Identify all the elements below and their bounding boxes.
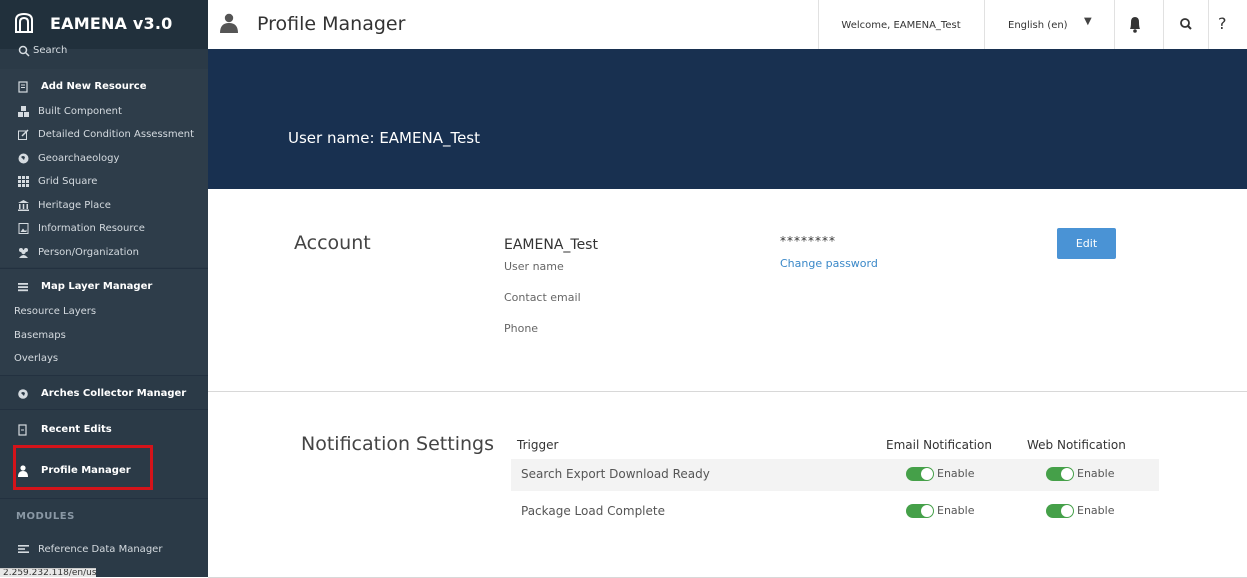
caret-down-icon[interactable]: ▼ (1084, 16, 1092, 27)
table-row: Package Load Complete Enable Enable (511, 496, 1159, 528)
topbar-divider (1114, 0, 1115, 49)
topbar-divider (1208, 0, 1209, 49)
change-password-link[interactable]: Change password (780, 257, 878, 270)
sidebar-item-label: Overlays (14, 353, 59, 364)
toggle-knob (921, 468, 933, 480)
sidebar-item-label: Search (33, 45, 68, 56)
sidebar-item-label: Person/Organization (38, 247, 139, 258)
phone-label: Phone (504, 322, 539, 335)
app: EAMENA v3.0 Search Add New Resource Buil… (0, 0, 1247, 578)
toggle-label: Enable (937, 467, 975, 480)
username-value: EAMENA_Test (504, 237, 598, 253)
user-icon (220, 13, 238, 33)
welcome-user-link[interactable]: Welcome, EAMENA_Test (818, 20, 984, 31)
search-icon (18, 45, 30, 57)
list-icon (18, 283, 28, 292)
web-notification-toggle[interactable] (1046, 467, 1074, 481)
sidebar: EAMENA v3.0 Search Add New Resource Buil… (0, 0, 208, 577)
sidebar-item-label: Built Component (38, 106, 122, 117)
toggle-label: Enable (1077, 467, 1115, 480)
image-file-icon (18, 223, 29, 234)
toggle-knob (921, 505, 933, 517)
recent-edits-icon (18, 424, 27, 436)
trigger-column-header: Trigger (517, 438, 559, 452)
arches-logo-icon (15, 12, 33, 33)
sidebar-item-label: Arches Collector Manager (41, 388, 187, 399)
password-mask: ******** (780, 234, 836, 248)
map-layer-manager-section: Map Layer Manager Resource Layers Basema… (0, 269, 208, 375)
username-label: User name (504, 260, 564, 273)
sidebar-item-label: Detailed Condition Assessment (38, 129, 195, 140)
web-notification-column-header: Web Notification (1027, 438, 1126, 452)
help-icon[interactable]: ? (1218, 14, 1227, 33)
web-notification-toggle[interactable] (1046, 504, 1074, 518)
brand-header[interactable]: EAMENA v3.0 (0, 0, 208, 49)
sidebar-item-label: Information Resource (38, 223, 145, 234)
sidebar-item-label: Basemaps (14, 330, 66, 341)
toggle-knob (1061, 505, 1073, 517)
profile-banner: User name: EAMENA_Test (208, 49, 1247, 189)
trigger-name: Package Load Complete (521, 504, 665, 518)
search-icon[interactable] (1172, 10, 1200, 38)
page-title: Profile Manager (257, 13, 406, 35)
sidebar-item-label: Reference Data Manager (38, 544, 163, 555)
file-icon (18, 81, 28, 93)
top-bar: Profile Manager Welcome, EAMENA_Test Eng… (208, 0, 1247, 50)
notification-settings-heading: Notification Settings (301, 433, 494, 455)
edit-button[interactable]: Edit (1057, 228, 1116, 259)
bell-icon[interactable] (1120, 10, 1150, 38)
language-select[interactable]: English (en) (1008, 20, 1068, 31)
sidebar-item-label: Grid Square (38, 176, 98, 187)
table-row: Search Export Download Ready Enable Enab… (511, 459, 1159, 491)
sidebar-item-label: Recent Edits (41, 424, 112, 435)
cubes-icon (18, 106, 29, 117)
sidebar-divider (0, 498, 208, 499)
topbar-divider (984, 0, 985, 49)
toggle-label: Enable (1077, 504, 1115, 517)
edit-icon (18, 129, 29, 140)
sidebar-item-label: Add New Resource (41, 81, 147, 92)
sidebar-item-label: Heritage Place (38, 200, 111, 211)
trigger-name: Search Export Download Ready (521, 467, 710, 481)
sidebar-nav: Search Add New Resource Built Component (0, 45, 208, 577)
sidebar-divider (0, 375, 208, 376)
globe-icon (18, 153, 29, 164)
sidebar-item-search[interactable]: Search (0, 45, 208, 67)
institution-icon (18, 200, 29, 211)
email-notification-toggle[interactable] (906, 504, 934, 518)
grid-icon (18, 176, 29, 187)
browser-status-url: 2.259.232.118/en/user (0, 568, 96, 577)
add-new-resource-section: Add New Resource Built Component Detaile… (0, 69, 208, 267)
email-notification-toggle[interactable] (906, 467, 934, 481)
app-title: EAMENA v3.0 (50, 14, 173, 33)
notification-settings-section: Notification Settings Trigger Email Noti… (208, 392, 1247, 578)
account-heading: Account (294, 232, 371, 254)
align-left-icon (18, 545, 29, 553)
email-notification-column-header: Email Notification (886, 438, 992, 452)
globe-icon (18, 389, 28, 399)
contact-email-label: Contact email (504, 291, 581, 304)
users-icon (19, 248, 28, 258)
toggle-knob (1061, 468, 1073, 480)
toggle-label: Enable (937, 504, 975, 517)
sidebar-item-label: Resource Layers (14, 306, 97, 317)
modules-heading: MODULES (16, 511, 75, 522)
banner-username: User name: EAMENA_Test (288, 129, 480, 147)
topbar-divider (1163, 0, 1164, 49)
highlight-annotation-box (13, 445, 153, 490)
account-section: Account EAMENA_Test User name Contact em… (208, 189, 1247, 392)
sidebar-item-label: Geoarchaeology (38, 153, 120, 164)
sidebar-divider (0, 409, 208, 410)
sidebar-item-label: Map Layer Manager (41, 281, 153, 292)
